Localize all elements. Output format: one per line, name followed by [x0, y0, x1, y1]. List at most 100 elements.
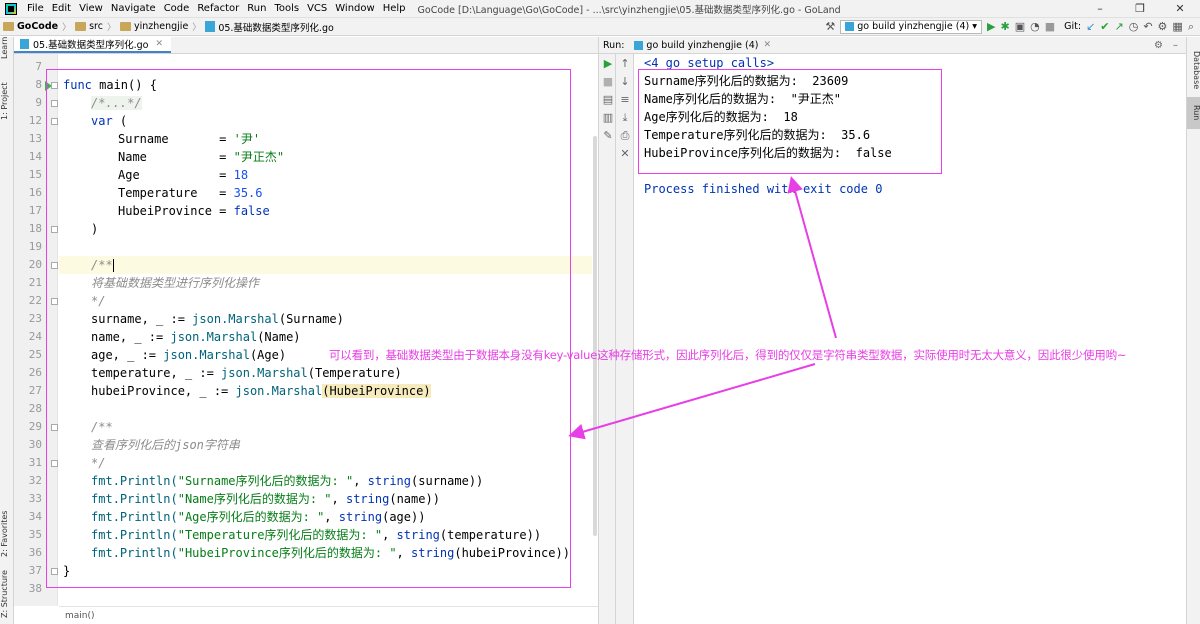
git-rollback-icon[interactable]: ↶ [1143, 20, 1152, 34]
minimize-panel-icon[interactable]: – [1173, 40, 1178, 51]
menu-navigate[interactable]: Navigate [107, 0, 160, 18]
scroll-to-end-icon[interactable]: ⤓ [619, 112, 631, 124]
setup-calls-line[interactable]: <4 go setup calls> [644, 54, 774, 72]
line-number: 16 [28, 186, 42, 199]
tool-tab-project[interactable]: 1: Project [0, 75, 14, 127]
menu-file[interactable]: File [23, 0, 48, 18]
debug-icon[interactable]: ✱ [1000, 20, 1009, 34]
stop-icon[interactable]: ■ [602, 76, 614, 88]
fn-marshal: .Marshal [264, 384, 323, 398]
fn-string: string [338, 510, 383, 524]
code-line-17: HubeiProvince = false [59, 202, 598, 220]
menu-code[interactable]: Code [160, 0, 194, 18]
run-config-label: go build yinzhengjie (4) [857, 21, 970, 32]
fold-marker-icon[interactable] [51, 568, 58, 575]
fold-marker-icon[interactable] [51, 82, 58, 89]
tool-tab-structure[interactable]: Z: Structure [0, 565, 14, 623]
comma: , [396, 546, 411, 560]
breadcrumb-separator: 〉 [192, 23, 202, 33]
breadcrumb-yinzhengjie[interactable]: yinzhengjie [117, 21, 191, 32]
minimize-button[interactable]: – [1080, 0, 1120, 18]
settings-icon[interactable]: ⚙ [1154, 40, 1163, 51]
tool-tab-learn[interactable]: Learn [0, 37, 14, 59]
menu-refactor[interactable]: Refactor [193, 0, 243, 18]
run-config-dropdown[interactable]: go build yinzhengjie (4) ▾ [840, 19, 983, 34]
fold-marker-icon[interactable] [51, 100, 58, 107]
tool-tab-database[interactable]: Database [1187, 47, 1200, 93]
stop-icon[interactable]: ■ [1045, 20, 1055, 34]
git-push-icon[interactable]: ↗ [1115, 20, 1124, 34]
menu-vcs[interactable]: VCS [303, 0, 331, 18]
git-update-icon[interactable]: ↙ [1086, 20, 1095, 34]
menu-help[interactable]: Help [379, 0, 410, 18]
soft-wrap-icon[interactable]: ≡ [619, 94, 631, 106]
fold-marker-icon[interactable] [51, 460, 58, 467]
project-structure-icon[interactable]: ▦ [1172, 20, 1182, 34]
left-tool-strip: Learn 1: Project 2: Favorites Z: Structu… [0, 37, 14, 624]
scrollbar-thumb[interactable] [593, 136, 597, 536]
comma: , [382, 528, 397, 542]
profile-icon[interactable]: ◔ [1030, 20, 1040, 34]
tool-tab-run[interactable]: Run [1187, 97, 1200, 129]
breadcrumb-project[interactable]: GoCode [0, 21, 61, 32]
breadcrumb-file[interactable]: 05.基础数据类型序列化.go [202, 20, 336, 34]
pkg-fmt: fmt [91, 492, 113, 506]
assign-name: name, _ := [91, 330, 171, 344]
code-line-16: Temperature = 35.6 [59, 184, 598, 202]
print-icon[interactable]: ▥ [602, 112, 614, 124]
run-icon[interactable]: ▶ [987, 20, 995, 34]
folded-comment[interactable]: /*...*/ [91, 96, 142, 110]
pkg-json: json [235, 384, 265, 398]
git-commit-icon[interactable]: ✔ [1100, 20, 1109, 34]
line-number: 23 [28, 312, 42, 325]
breadcrumb-src[interactable]: src [72, 21, 106, 32]
rerun-icon[interactable]: ▶ [602, 58, 614, 70]
code-line-15: Age = 18 [59, 166, 598, 184]
print-output-icon[interactable]: ⎙ [619, 130, 631, 142]
close-button[interactable]: ✕ [1160, 0, 1200, 18]
search-icon[interactable]: ⌕ [1188, 20, 1194, 34]
number-literal: 18 [233, 168, 249, 182]
editor-breadcrumb-status[interactable]: main() [59, 606, 598, 624]
assign-temperature: temperature, _ := [91, 366, 222, 380]
clear-all-icon[interactable]: ✕ [619, 148, 631, 160]
line-number: 33 [28, 492, 42, 505]
code-area[interactable]: func main() { /*...*/ var ( Surname = '尹… [59, 54, 598, 606]
run-console[interactable]: <4 go setup calls> Surname序列化后的数据为: 2360… [634, 54, 1186, 624]
code-line-32: fmt.Println("Surname序列化后的数据为: ", string(… [59, 472, 598, 490]
pin-icon[interactable]: ✎ [602, 130, 614, 142]
fold-marker-icon[interactable] [51, 298, 58, 305]
var-hubeiprovince: HubeiProvince = [118, 204, 234, 218]
menu-tools[interactable]: Tools [270, 0, 303, 18]
line-number: 17 [28, 204, 42, 217]
editor-tab-active[interactable]: 05.基础数据类型序列化.go ✕ [14, 37, 172, 53]
fold-marker-icon[interactable] [51, 262, 58, 269]
close-icon[interactable]: ✕ [155, 39, 163, 49]
scroll-down-icon[interactable]: ↓ [619, 76, 631, 88]
git-history-icon[interactable]: ◷ [1129, 20, 1139, 34]
maximize-button[interactable]: ❐ [1120, 0, 1160, 18]
menu-edit[interactable]: Edit [48, 0, 75, 18]
restore-layout-icon[interactable]: ▤ [602, 94, 614, 106]
code-editor[interactable]: 7 8 9 12 13 14 15 16 17 18 19 20 21 22 2… [14, 54, 598, 606]
paren-close-highlight: ) [423, 384, 431, 398]
fold-marker-icon[interactable] [51, 226, 58, 233]
tool-tab-favorites[interactable]: 2: Favorites [0, 503, 14, 565]
var-name: Name = [118, 150, 234, 164]
settings-icon[interactable]: ⚙ [1158, 20, 1168, 34]
fold-marker-icon[interactable] [51, 424, 58, 431]
fn-marshal: .Marshal [199, 330, 258, 344]
line-number: 32 [28, 474, 42, 487]
run-tab[interactable]: go build yinzhengjie (4) ✕ [630, 40, 775, 51]
menu-view[interactable]: View [75, 0, 107, 18]
bool-literal: false [233, 204, 270, 218]
scroll-up-icon[interactable]: ↑ [619, 58, 631, 70]
hammer-build-icon[interactable]: ⚒ [825, 20, 835, 34]
close-icon[interactable]: ✕ [763, 40, 771, 50]
doc-comment-open: /** [91, 258, 113, 272]
fold-marker-icon[interactable] [51, 118, 58, 125]
menu-run[interactable]: Run [243, 0, 270, 18]
coverage-icon[interactable]: ▣ [1015, 20, 1025, 34]
arg-surname: (Surname) [278, 312, 344, 326]
menu-window[interactable]: Window [331, 0, 378, 18]
